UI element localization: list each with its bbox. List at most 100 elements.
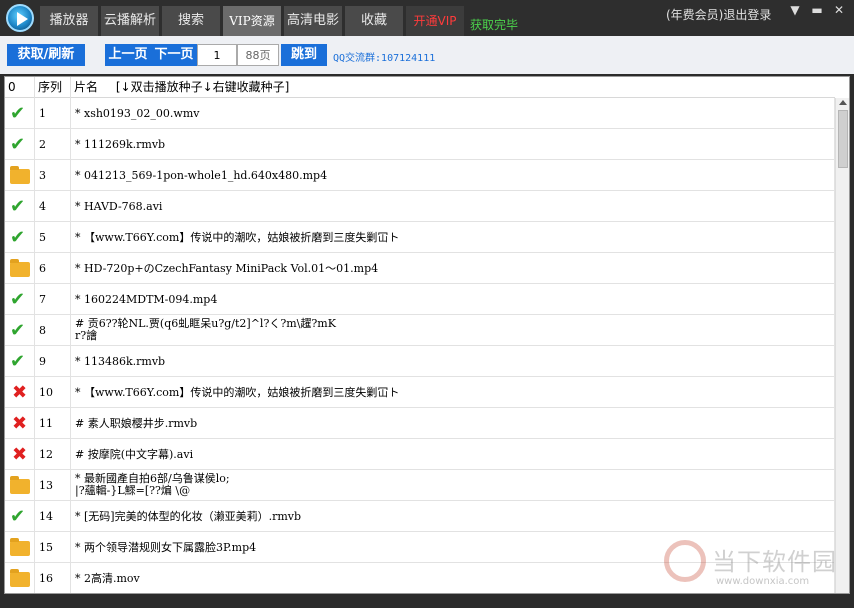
row-filename[interactable]: # 按摩院(中文字幕).avi bbox=[71, 439, 835, 470]
row-filename[interactable]: * 041213_569-1pon-whole1_hd.640x480.mp4 bbox=[71, 160, 835, 191]
table-header: 0 序列 片名 [↓双击播放种子↓右键收藏种子] bbox=[5, 77, 835, 98]
row-filename[interactable]: * 111269k.rmvb bbox=[71, 129, 835, 160]
table-row[interactable]: 13 * 最新國產自拍6部/乌鲁谋侯lo; |?蘊輯-}L鰥=[??煸 \@ bbox=[5, 470, 835, 501]
app-logo-icon bbox=[6, 4, 34, 32]
row-filename[interactable]: * 最新國產自拍6部/乌鲁谋侯lo; |?蘊輯-}L鰥=[??煸 \@ bbox=[71, 470, 835, 501]
tab-cloud-parse[interactable]: 云播解析 bbox=[101, 6, 159, 36]
jump-button[interactable]: 跳到 bbox=[281, 44, 327, 66]
prev-page-button[interactable]: 上一页 bbox=[105, 44, 151, 66]
row-status-cell bbox=[5, 253, 35, 284]
row-seq: 1 bbox=[35, 98, 71, 129]
watermark-text: 当下软件园 bbox=[712, 548, 837, 576]
table-row[interactable]: ✔ 7 * 160224MDTM-094.mp4 bbox=[5, 284, 835, 315]
table-row[interactable]: ✔ 1 * xsh0193_02_00.wmv bbox=[5, 98, 835, 129]
filename-text: # 按摩院(中文字幕).avi bbox=[75, 448, 194, 461]
vertical-scrollbar[interactable] bbox=[835, 98, 849, 593]
fetch-refresh-button[interactable]: 获取/刷新 bbox=[7, 44, 85, 66]
table-row[interactable]: ✔ 9 * 113486k.rmvb bbox=[5, 346, 835, 377]
table-row[interactable]: ✔ 14 * [无码]完美的体型的化妆（濑亚美莉）.rmvb bbox=[5, 501, 835, 532]
row-seq: 2 bbox=[35, 129, 71, 160]
row-status-cell bbox=[5, 532, 35, 563]
check-icon: ✔ bbox=[10, 506, 26, 527]
scroll-up-icon[interactable] bbox=[839, 100, 847, 105]
watermark-url: www.downxia.com bbox=[716, 576, 810, 587]
next-page-button[interactable]: 下一页 bbox=[151, 44, 197, 66]
folder-icon bbox=[10, 569, 30, 587]
minimize-icon[interactable]: ▬ bbox=[808, 2, 826, 18]
row-status-cell: ✔ bbox=[5, 98, 35, 129]
row-seq: 8 bbox=[35, 315, 71, 346]
table-row[interactable]: ✔ 5 * 【www.T66Y.com】传说中的潮吹，姑娘被折磨到三度失剿冚ト bbox=[5, 222, 835, 253]
column-name[interactable]: 片名 [↓双击播放种子↓右键收藏种子] bbox=[71, 77, 835, 98]
row-filename[interactable]: * 113486k.rmvb bbox=[71, 346, 835, 377]
column-status[interactable]: 0 bbox=[5, 77, 35, 98]
row-seq: 15 bbox=[35, 532, 71, 563]
check-icon: ✔ bbox=[10, 227, 26, 248]
table-row[interactable]: ✔ 8 # 贡6??轮NL.贾(q6虬眶呆u?g/t2]^l?く?m\趯?mK r?譮 bbox=[5, 315, 835, 346]
table-row[interactable]: 3 * 041213_569-1pon-whole1_hd.640x480.mp4 bbox=[5, 160, 835, 191]
filename-text: * 111269k.rmvb bbox=[75, 138, 166, 151]
filename-text: * HAVD-768.avi bbox=[75, 200, 163, 213]
row-filename[interactable]: # 贡6??轮NL.贾(q6虬眶呆u?g/t2]^l?く?m\趯?mK r?譮 bbox=[71, 315, 835, 346]
tab-search[interactable]: 搜索 bbox=[162, 6, 220, 36]
check-icon: ✔ bbox=[10, 134, 26, 155]
table-row[interactable]: 6 * HD-720p+のCzechFantasy MiniPack Vol.01… bbox=[5, 253, 835, 284]
filename-text: * 041213_569-1pon-whole1_hd.640x480.mp4 bbox=[75, 169, 328, 182]
cross-icon: ✖ bbox=[12, 413, 28, 434]
filename-text: * xsh0193_02_00.wmv bbox=[75, 107, 200, 120]
page-number-input[interactable] bbox=[197, 44, 237, 66]
row-filename[interactable]: * HAVD-768.avi bbox=[71, 191, 835, 222]
row-status-cell bbox=[5, 470, 35, 501]
filename-text: * [无码]完美的体型的化妆（濑亚美莉）.rmvb bbox=[75, 510, 302, 523]
row-status-cell: ✖ bbox=[5, 377, 35, 408]
row-filename[interactable]: * 160224MDTM-094.mp4 bbox=[71, 284, 835, 315]
row-status-cell bbox=[5, 160, 35, 191]
check-icon: ✔ bbox=[10, 289, 26, 310]
check-icon: ✔ bbox=[10, 320, 26, 341]
row-filename[interactable]: * HD-720p+のCzechFantasy MiniPack Vol.01～… bbox=[71, 253, 835, 284]
table-row[interactable]: ✔ 4 * HAVD-768.avi bbox=[5, 191, 835, 222]
row-status-cell: ✖ bbox=[5, 439, 35, 470]
table-row[interactable]: ✖ 11 # 素人职娘樱井步.rmvb bbox=[5, 408, 835, 439]
row-status-cell: ✔ bbox=[5, 284, 35, 315]
window-controls: ▼ ▬ ✕ bbox=[782, 2, 848, 18]
row-seq: 9 bbox=[35, 346, 71, 377]
row-status-cell: ✔ bbox=[5, 315, 35, 346]
row-seq: 4 bbox=[35, 191, 71, 222]
table-row[interactable]: ✖ 12 # 按摩院(中文字幕).avi bbox=[5, 439, 835, 470]
table-row[interactable]: ✖ 10 * 【www.T66Y.com】传说中的潮吹，姑娘被折磨到三度失剿冚ト bbox=[5, 377, 835, 408]
account-logout-link[interactable]: (年费会员)退出登录 bbox=[666, 6, 771, 23]
tab-open-vip[interactable]: 开通VIP bbox=[406, 6, 464, 36]
row-status-cell bbox=[5, 563, 35, 593]
filename-text: * 【www.T66Y.com】传说中的潮吹，姑娘被折磨到三度失剿冚ト bbox=[75, 231, 400, 244]
filename-text-line2: r?譮 bbox=[75, 329, 98, 342]
tab-vip-resources[interactable]: VIP资源 bbox=[223, 6, 281, 36]
row-seq: 13 bbox=[35, 470, 71, 501]
check-icon: ✔ bbox=[10, 103, 26, 124]
column-name-label: 片名 bbox=[74, 80, 99, 94]
scroll-thumb[interactable] bbox=[838, 110, 848, 168]
tab-favorites[interactable]: 收藏 bbox=[345, 6, 403, 36]
row-filename[interactable]: # 素人职娘樱井步.rmvb bbox=[71, 408, 835, 439]
row-seq: 7 bbox=[35, 284, 71, 315]
row-filename[interactable]: * 【www.T66Y.com】传说中的潮吹，姑娘被折磨到三度失剿冚ト bbox=[71, 377, 835, 408]
table-body: ✔ 1 * xsh0193_02_00.wmv ✔ 2 * 111269k.rmvb 3 * … bbox=[5, 98, 835, 593]
row-seq: 16 bbox=[35, 563, 71, 593]
row-seq: 6 bbox=[35, 253, 71, 284]
table-row[interactable]: ✔ 2 * 111269k.rmvb bbox=[5, 129, 835, 160]
filename-text: * 113486k.rmvb bbox=[75, 355, 166, 368]
close-icon[interactable]: ✕ bbox=[830, 2, 848, 18]
row-seq: 5 bbox=[35, 222, 71, 253]
column-seq[interactable]: 序列 bbox=[35, 77, 71, 98]
folder-icon bbox=[10, 538, 30, 556]
filename-text: # 贡6??轮NL.贾(q6虬眶呆u?g/t2]^l?く?m\趯?mK bbox=[75, 317, 336, 330]
status-text: 获取完毕 bbox=[470, 18, 519, 32]
row-filename[interactable]: * [无码]完美的体型的化妆（濑亚美莉）.rmvb bbox=[71, 501, 835, 532]
tab-player[interactable]: 播放器 bbox=[40, 6, 98, 36]
row-filename[interactable]: * xsh0193_02_00.wmv bbox=[71, 98, 835, 129]
filename-text: # 素人职娘樱井步.rmvb bbox=[75, 417, 198, 430]
row-filename[interactable]: * 【www.T66Y.com】传说中的潮吹，姑娘被折磨到三度失剿冚ト bbox=[71, 222, 835, 253]
row-status-cell: ✔ bbox=[5, 129, 35, 160]
dropdown-menu-icon[interactable]: ▼ bbox=[786, 2, 804, 18]
tab-hd-movies[interactable]: 高清电影 bbox=[284, 6, 342, 36]
